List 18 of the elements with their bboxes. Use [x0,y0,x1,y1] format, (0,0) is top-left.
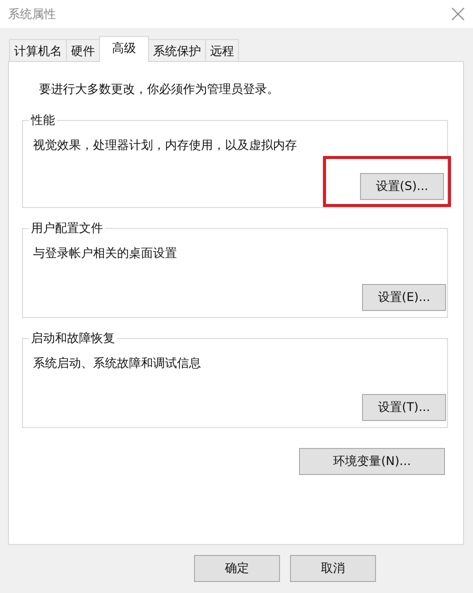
group-title: 用户配置文件 [30,220,104,237]
group-description: 与登录帐户相关的桌面设置 [33,245,178,262]
group-description: 系统启动、系统故障和调试信息 [33,355,202,372]
tab[interactable]: 高级 [99,36,149,62]
settings-button[interactable]: 设置(E)... [362,284,446,311]
admin-notice: 要进行大多数更改，你必须作为管理员登录。 [38,81,280,98]
settings-button[interactable]: 设置(S)... [360,173,444,200]
dialog-button[interactable]: 取消 [290,555,376,582]
group-description: 视觉效果，处理器计划，内存使用，以及虚拟内存 [33,137,298,154]
group-title: 启动和故障恢复 [30,330,116,347]
settings-button[interactable]: 设置(T)... [362,394,446,421]
dialog-button[interactable]: 确定 [194,555,280,582]
close-icon[interactable] [451,7,465,21]
tab[interactable]: 远程 [205,39,239,61]
group-title: 性能 [30,112,56,129]
environment-variables-button[interactable]: 环境变量(N)... [299,448,445,475]
window-title: 系统属性 [8,6,56,22]
tab[interactable]: 计算机名 [9,39,67,61]
